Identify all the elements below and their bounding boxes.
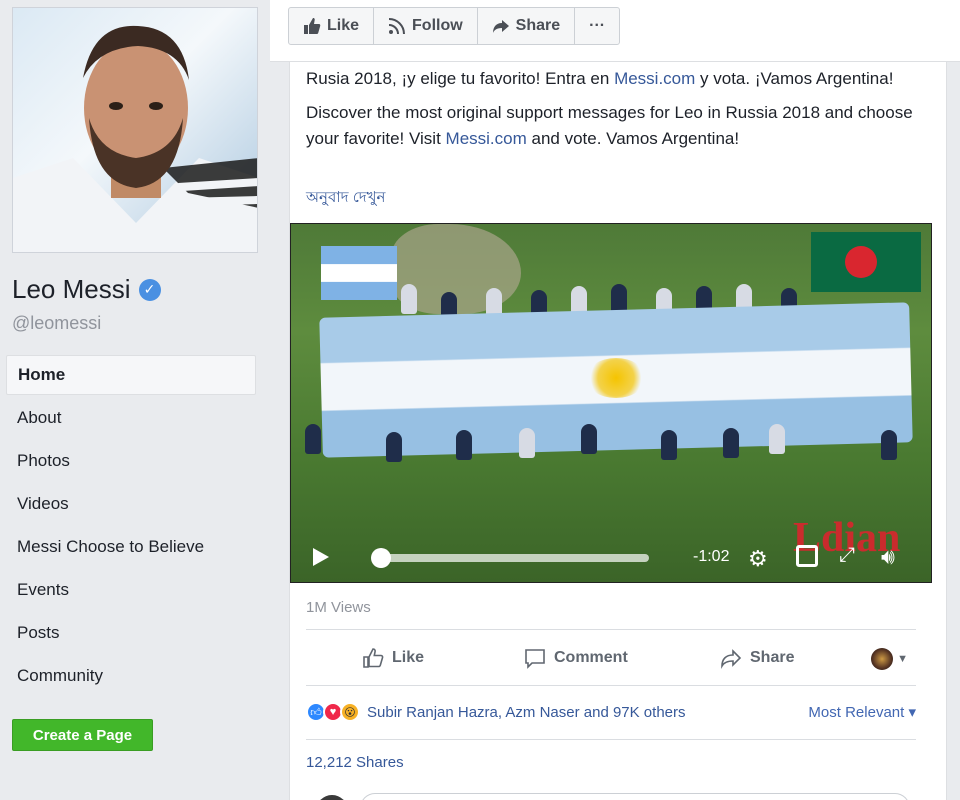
post-text-spanish: Rusia 2018, ¡y elige tu favorito! Entra … (306, 66, 916, 92)
nav-item-home[interactable]: Home (6, 355, 256, 395)
page-title[interactable]: Leo Messi ✓ (12, 274, 161, 305)
reactions-summary: 👍︎ ♥ 😮︎ Subir Ranjan Hazra, Azm Naser an… (306, 699, 916, 725)
share-outline-icon (721, 649, 742, 669)
post-card: Rusia 2018, ¡y elige tu favorito! Entra … (289, 62, 947, 800)
wow-reaction-icon[interactable]: 😮︎ (340, 702, 360, 722)
video-progress-bar[interactable] (373, 554, 649, 562)
volume-icon[interactable]: 🔊︎ (881, 544, 895, 570)
divider (306, 739, 916, 740)
page-name-text: Leo Messi (12, 274, 131, 304)
reaction-names-link[interactable]: Subir Ranjan Hazra, Azm Naser and 97K ot… (367, 704, 686, 721)
page-follow-label: Follow (412, 17, 463, 34)
messi-link-en[interactable]: Messi.com (446, 129, 527, 148)
post-as-selector[interactable]: ▼ (871, 648, 908, 670)
post-like-button[interactable]: Like (362, 647, 424, 669)
page-action-bar: Like Follow Share ··· (270, 0, 960, 62)
rss-icon (388, 18, 406, 35)
page-like-label: Like (327, 17, 360, 34)
nav-item-choose-to-believe[interactable]: Messi Choose to Believe (6, 527, 256, 570)
post-text-english: Discover the most original support messa… (306, 100, 916, 152)
nav-item-community[interactable]: Community (6, 656, 256, 699)
post-text: Rusia 2018, ¡y elige tu favorito! Entra … (306, 66, 916, 160)
post-comment-button[interactable]: Comment (524, 647, 628, 669)
nav-item-about[interactable]: About (6, 398, 256, 441)
video-time-remaining: -1:02 (693, 548, 730, 565)
video-player[interactable]: Ldian -1:02 ⚙ ⤢ 🔊︎ (290, 223, 932, 583)
engagement-bar: Like Comment Share ▼ (306, 633, 916, 685)
share-count-link[interactable]: 12,212 Shares (306, 754, 404, 771)
divider (306, 629, 916, 630)
video-person (519, 428, 535, 458)
page-handle: @leomessi (12, 313, 102, 333)
gear-icon[interactable]: ⚙ (748, 546, 768, 572)
page-actions: Like Follow Share ··· (288, 7, 621, 45)
post-comment-label: Comment (554, 649, 628, 666)
video-person (881, 430, 897, 460)
flag-sun (586, 358, 646, 398)
profile-photo-illustration (13, 25, 257, 252)
argentina-flag-small (321, 246, 397, 300)
more-options-icon: ··· (589, 17, 606, 34)
more-options-button[interactable]: ··· (575, 8, 619, 44)
video-person (305, 424, 321, 454)
left-sidebar: Leo Messi ✓ @leomessi Home About Photos … (0, 0, 270, 800)
video-person (723, 428, 739, 458)
post-share-label: Share (750, 649, 795, 666)
comment-input[interactable] (360, 793, 910, 800)
page-like-button[interactable]: Like (289, 8, 375, 44)
video-person (661, 430, 677, 460)
page-share-label: Share (515, 17, 561, 34)
verified-badge-icon: ✓ (138, 278, 161, 301)
thumbs-up-icon (304, 18, 321, 34)
post-text-es-suffix: y vota. ¡Vamos Argentina! (695, 69, 894, 88)
page-nav: Home About Photos Videos Messi Choose to… (6, 355, 256, 699)
video-person (581, 424, 597, 454)
create-page-button[interactable]: Create a Page (12, 719, 153, 751)
avatar (316, 795, 348, 800)
post-text-es-prefix: Rusia 2018, ¡y elige tu favorito! Entra … (306, 69, 615, 88)
messi-link-es[interactable]: Messi.com (614, 69, 695, 88)
post-share-button[interactable]: Share (720, 647, 794, 669)
fullscreen-icon[interactable]: ⤢ (839, 544, 855, 567)
nav-item-posts[interactable]: Posts (6, 613, 256, 656)
share-arrow-icon (492, 20, 509, 33)
thumbs-up-outline-icon (363, 648, 384, 668)
nav-item-events[interactable]: Events (6, 570, 256, 613)
video-person (769, 424, 785, 454)
video-person (386, 432, 402, 462)
picture-in-picture-icon[interactable] (796, 545, 818, 567)
nav-item-photos[interactable]: Photos (6, 441, 256, 484)
see-translation-link[interactable]: অনুবাদ দেখুন (306, 186, 385, 211)
comment-bubble-icon (525, 649, 545, 669)
page-follow-button[interactable]: Follow (374, 8, 478, 44)
nav-item-videos[interactable]: Videos (6, 484, 256, 527)
bangladesh-flag (811, 232, 921, 292)
chevron-down-icon: ▼ (897, 653, 908, 665)
video-controls: -1:02 ⚙ ⤢ 🔊︎ (291, 532, 931, 582)
post-text-en-suffix: and vote. Vamos Argentina! (526, 129, 740, 148)
post-like-label: Like (392, 649, 425, 666)
video-scrubber-handle[interactable] (371, 548, 392, 568)
video-person (456, 430, 472, 460)
profile-picture[interactable] (12, 7, 258, 253)
play-icon[interactable] (313, 548, 329, 566)
comment-sort-dropdown[interactable]: Most Relevant ▾ (808, 703, 916, 721)
divider (306, 685, 916, 686)
video-person (401, 284, 417, 314)
page-share-button[interactable]: Share (478, 8, 576, 44)
avatar (871, 648, 894, 670)
view-count: 1M Views (306, 599, 371, 616)
